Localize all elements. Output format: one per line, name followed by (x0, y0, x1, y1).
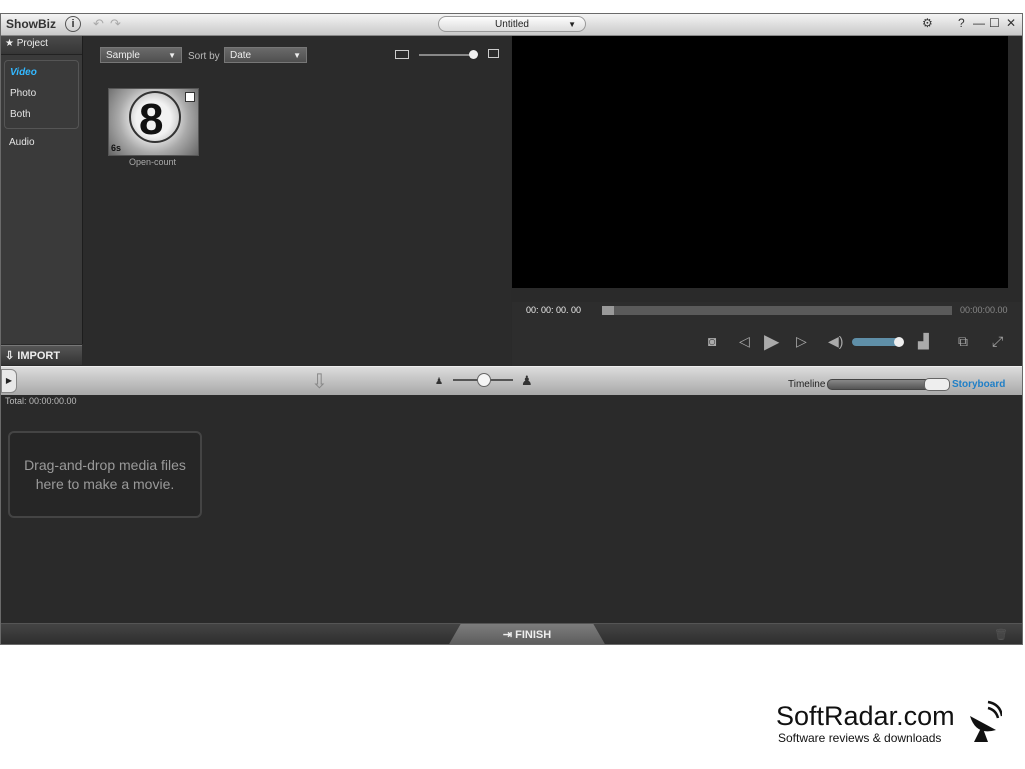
volume-knob[interactable] (894, 337, 904, 347)
clip-badge-icon (185, 92, 195, 102)
redo-icon[interactable]: ↷ (110, 16, 121, 32)
storyboard-toolbar: ▶ ⇩ ♟ ♟ Timeline Storyboard (1, 366, 1022, 396)
zoom-out-person-icon[interactable]: ♟ (435, 376, 443, 387)
sidebar-item-both[interactable]: Both (5, 105, 78, 126)
maximize-icon[interactable]: ☐ (989, 16, 1000, 30)
storyboard-mode-label[interactable]: Storyboard (952, 379, 1005, 390)
document-name: Untitled (495, 19, 529, 30)
large-thumbnail-icon[interactable] (488, 49, 499, 58)
watermark-subtitle: Software reviews & downloads (778, 731, 942, 745)
import-label: IMPORT (17, 350, 61, 362)
camera-icon[interactable]: ◙ (708, 333, 716, 349)
import-button[interactable]: ⇩ IMPORT (1, 345, 82, 365)
app-name: ShowBiz (6, 17, 56, 31)
expand-panel-button[interactable]: ▶ (1, 369, 17, 393)
document-selector[interactable]: Untitled ▼ (438, 16, 586, 32)
import-icon: ⇩ (5, 350, 15, 362)
satellite-dish-icon (970, 700, 1002, 742)
clip-name: Open-count (128, 157, 177, 167)
zoom-knob[interactable] (477, 373, 491, 387)
sort-value: Date (230, 50, 252, 61)
showbiz-window: ShowBiz i ↶ ↷ Untitled ▼ ⚙ ? — ☐ ✕ ★ Pro… (0, 13, 1023, 645)
duration-display: 00:00:00.00 (960, 305, 1008, 315)
watermark-title: SoftRadar.com (776, 701, 955, 731)
player-controls: 00: 00: 00. 00 00:00:00.00 ◙ ◁ ▶ ▷ ◀) ▟ … (512, 302, 1022, 366)
chevron-down-icon: ▼ (568, 20, 576, 29)
clip-duration: 6s (111, 143, 122, 153)
folder-select[interactable]: Sample ▼ (100, 47, 182, 63)
seek-bar[interactable] (602, 306, 952, 315)
finish-label: FINISH (515, 629, 552, 641)
play-icon[interactable]: ▶ (764, 329, 779, 354)
sort-by-label: Sort by (188, 51, 220, 62)
monitor-icon[interactable]: ⧉ (958, 333, 968, 350)
sidebar: ★ Project Video Photo Both Audio (1, 36, 83, 344)
next-frame-icon[interactable]: ▷ (796, 333, 807, 350)
media-library: Sample ▼ Sort by Date ▼ 8 6s Open-count (83, 36, 511, 366)
close-icon[interactable]: ✕ (1006, 16, 1016, 30)
storyboard-area[interactable]: Total: 00:00:00.00 Drag-and-drop media f… (1, 395, 1022, 622)
trash-icon[interactable]: 🗑 (994, 628, 1008, 641)
volume-slider[interactable] (852, 337, 904, 347)
prev-frame-icon[interactable]: ◁ (739, 333, 750, 350)
slider-knob[interactable] (469, 50, 479, 59)
view-mode-knob[interactable] (924, 378, 950, 391)
zoom-in-person-icon[interactable]: ♟ (521, 373, 533, 389)
small-thumbnail-icon[interactable] (395, 50, 409, 59)
timeline-mode-label[interactable]: Timeline (788, 379, 825, 390)
sidebar-project-header[interactable]: ★ Project (1, 36, 82, 55)
help-icon[interactable]: ? (958, 16, 965, 30)
timecode-field[interactable]: 00: 00: 00. 00 (526, 305, 581, 315)
seek-bar-fill (602, 306, 614, 315)
sidebar-item-audio[interactable]: Audio (4, 133, 82, 154)
fullscreen-icon[interactable]: ⤢ (992, 333, 1003, 350)
info-icon[interactable]: i (65, 16, 81, 32)
view-mode-switch[interactable] (827, 378, 950, 391)
finish-arrow-icon: ⇥ (502, 629, 513, 641)
add-clip-arrow-icon[interactable]: ⇩ (311, 369, 328, 394)
chevron-down-icon: ▼ (168, 51, 176, 60)
media-type-group: Video Photo Both (4, 60, 79, 129)
minimize-icon[interactable]: — (973, 16, 985, 30)
total-duration: Total: 00:00:00.00 (5, 396, 77, 406)
sort-select[interactable]: Date ▼ (224, 47, 307, 63)
thumbnail-size-slider[interactable] (419, 50, 479, 59)
volume-icon[interactable]: ◀) (828, 333, 843, 350)
sidebar-item-video[interactable]: Video (5, 63, 78, 84)
title-bar: ShowBiz i ↶ ↷ Untitled ▼ ⚙ ? — ☐ ✕ (1, 14, 1022, 36)
quality-icon[interactable]: ▟ (918, 333, 929, 350)
finish-button[interactable]: ⇥ FINISH (448, 624, 606, 644)
sidebar-item-photo[interactable]: Photo (5, 84, 78, 105)
countdown-numeral: 8 (139, 95, 164, 144)
chevron-down-icon: ▼ (293, 51, 301, 60)
drop-zone-hint: Drag-and-drop media files here to make a… (24, 456, 186, 492)
finish-bar: ⇥ FINISH 🗑 (1, 623, 1022, 644)
project-label: Project (16, 38, 48, 49)
folder-value: Sample (106, 50, 140, 61)
undo-icon[interactable]: ↶ (93, 16, 104, 32)
gear-icon[interactable]: ⚙ (922, 16, 933, 30)
drop-zone[interactable]: Drag-and-drop media files here to make a… (8, 431, 202, 518)
preview-screen (512, 36, 1008, 288)
star-icon: ★ (5, 38, 14, 49)
zoom-slider[interactable] (453, 373, 513, 387)
media-clip-thumbnail[interactable]: 8 6s (108, 88, 199, 156)
